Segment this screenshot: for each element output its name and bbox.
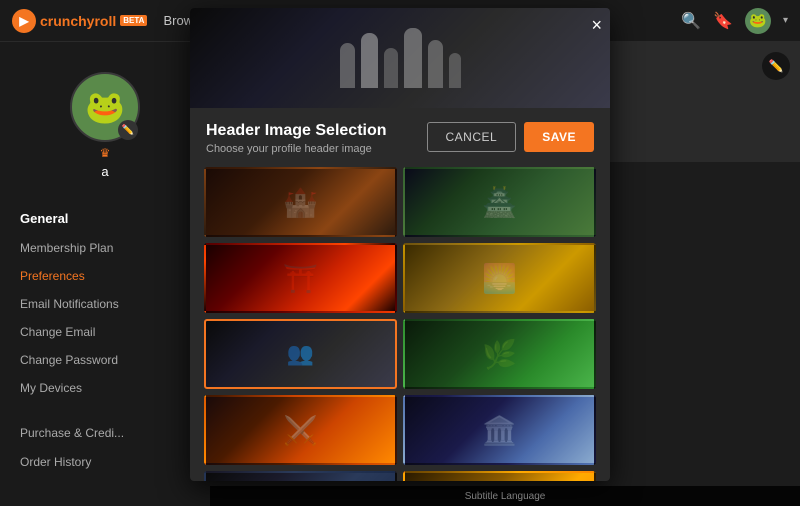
- scene-5-deco: 👥: [206, 321, 395, 387]
- crown-icon: ♛: [100, 146, 111, 160]
- modal-close-button[interactable]: ×: [591, 16, 602, 34]
- purchase-section-title: Purchase & Credi...: [0, 418, 210, 448]
- avatar-edit-icon[interactable]: ✏️: [118, 120, 138, 140]
- image-selection-grid: 🏰 🏯 ⛩️ 🌅 👥 🌿: [190, 161, 610, 481]
- scene-10-deco: 👫: [405, 473, 594, 481]
- grid-item-10[interactable]: 👫: [403, 471, 596, 481]
- scene-8-deco: 🏛️: [405, 397, 594, 463]
- user-avatar-large: 🐸 ✏️: [70, 72, 140, 142]
- grid-item-1-inner: 🏰: [206, 169, 395, 235]
- bookmark-icon[interactable]: 🔖: [713, 11, 733, 31]
- modal-title-bar: Header Image Selection Choose your profi…: [190, 108, 610, 161]
- grid-item-10-inner: 👫: [405, 473, 594, 481]
- scene-6-deco: 🌿: [405, 321, 594, 387]
- modal-title-group: Header Image Selection Choose your profi…: [206, 122, 387, 155]
- modal-header-preview: ×: [190, 8, 610, 108]
- sidebar-item-preferences[interactable]: Preferences: [0, 262, 210, 290]
- grid-item-9-inner: 🌙: [206, 473, 395, 481]
- grid-item-3[interactable]: ⛩️: [204, 243, 397, 313]
- save-button[interactable]: SAVE: [524, 122, 594, 152]
- grid-item-9[interactable]: 🌙: [204, 471, 397, 481]
- grid-item-3-inner: ⛩️: [206, 245, 395, 311]
- grid-item-7[interactable]: ⚔️: [204, 395, 397, 465]
- logo-text: crunchyroll: [40, 13, 116, 29]
- grid-item-8[interactable]: 🏛️: [403, 395, 596, 465]
- search-icon[interactable]: 🔍: [681, 11, 701, 31]
- grid-item-6-inner: 🌿: [405, 321, 594, 387]
- modal-subtitle: Choose your profile header image: [206, 143, 387, 155]
- scene-3-deco: ⛩️: [206, 245, 395, 311]
- logo-icon: ▶: [12, 9, 36, 33]
- header-edit-icon[interactable]: ✏️: [762, 52, 790, 80]
- modal-action-buttons: CANCEL SAVE: [427, 122, 594, 152]
- sidebar-item-change-password[interactable]: Change Password: [0, 346, 210, 374]
- scene-2-deco: 🏯: [405, 169, 594, 235]
- sidebar-item-order-history[interactable]: Order History: [0, 448, 210, 476]
- beta-badge: BETA: [120, 15, 147, 26]
- grid-item-4[interactable]: 🌅: [403, 243, 596, 313]
- sidebar: 🐸 ✏️ ♛ a General Membership Plan Prefere…: [0, 42, 210, 506]
- grid-item-1[interactable]: 🏰: [204, 167, 397, 237]
- modal-title: Header Image Selection: [206, 122, 387, 140]
- scene-4-deco: 🌅: [405, 245, 594, 311]
- user-avatar-nav[interactable]: 🐸: [745, 8, 771, 34]
- header-image-modal: × Header Image Selection Choose your pro…: [190, 8, 610, 481]
- logo[interactable]: ▶ crunchyroll BETA: [12, 9, 147, 33]
- grid-item-2-inner: 🏯: [405, 169, 594, 235]
- sidebar-item-membership[interactable]: Membership Plan: [0, 234, 210, 262]
- nav-icons-group: 🔍 🔖 🐸 ▾: [681, 8, 788, 34]
- profile-section: 🐸 ✏️ ♛ a: [0, 62, 210, 199]
- chevron-down-icon[interactable]: ▾: [783, 15, 788, 26]
- subtitle-language-bar: Subtitle Language: [210, 486, 800, 506]
- subtitle-language-label: Subtitle Language: [465, 491, 546, 502]
- cancel-button[interactable]: CANCEL: [427, 122, 517, 152]
- grid-item-2[interactable]: 🏯: [403, 167, 596, 237]
- scene-1-deco: 🏰: [206, 169, 395, 235]
- grid-item-7-inner: ⚔️: [206, 397, 395, 463]
- grid-item-5[interactable]: 👥: [204, 319, 397, 389]
- general-section-title: General: [0, 203, 210, 234]
- grid-item-6[interactable]: 🌿: [403, 319, 596, 389]
- sidebar-item-my-devices[interactable]: My Devices: [0, 374, 210, 402]
- scene-7-deco: ⚔️: [206, 397, 395, 463]
- username-display: a: [101, 164, 108, 179]
- grid-item-8-inner: 🏛️: [405, 397, 594, 463]
- scene-9-deco: 🌙: [206, 473, 395, 481]
- grid-item-4-inner: 🌅: [405, 245, 594, 311]
- grid-item-5-inner: 👥: [206, 321, 395, 387]
- sidebar-item-change-email[interactable]: Change Email: [0, 318, 210, 346]
- sidebar-item-email-notifications[interactable]: Email Notifications: [0, 290, 210, 318]
